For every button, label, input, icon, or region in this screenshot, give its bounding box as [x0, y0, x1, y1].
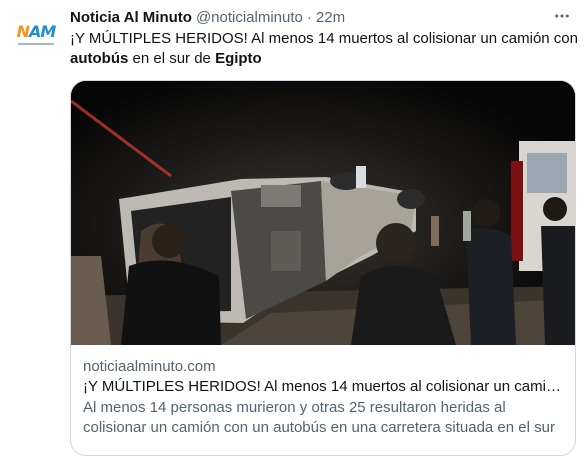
- tweet-bold-word: autobús: [70, 50, 129, 67]
- card-image[interactable]: [71, 81, 575, 345]
- card-meta: noticiaalminuto.com ¡Y MÚLTIPLES HERIDOS…: [83, 357, 563, 438]
- more-horizontal-icon: [555, 14, 569, 18]
- author-handle[interactable]: @noticialminuto: [196, 9, 303, 26]
- separator-dot: ·: [306, 8, 312, 26]
- overturned-bus-photo: [71, 81, 575, 345]
- avatar-logo-underline: [18, 43, 54, 45]
- link-card[interactable]: noticiaalminuto.com ¡Y MÚLTIPLES HERIDOS…: [70, 80, 576, 456]
- card-title[interactable]: ¡Y MÚLTIPLES HERIDOS! Al menos 14 muerto…: [83, 377, 563, 397]
- avatar[interactable]: NAM: [12, 10, 60, 58]
- tweet-text: ¡Y MÚLTIPLES HERIDOS! Al menos 14 muerto…: [70, 30, 578, 67]
- card-description: Al menos 14 personas murieron y otras 25…: [83, 399, 555, 436]
- tweet-header: Noticia Al Minuto @noticialminuto · 22m: [70, 7, 544, 27]
- tweet-bold-word: Egipto: [215, 50, 262, 67]
- more-options-button[interactable]: [550, 4, 574, 28]
- author-display-name[interactable]: Noticia Al Minuto: [70, 9, 192, 26]
- avatar-logo-icon: NAM: [16, 21, 57, 41]
- card-domain[interactable]: noticiaalminuto.com: [83, 357, 563, 376]
- tweet-timestamp[interactable]: 22m: [316, 9, 345, 26]
